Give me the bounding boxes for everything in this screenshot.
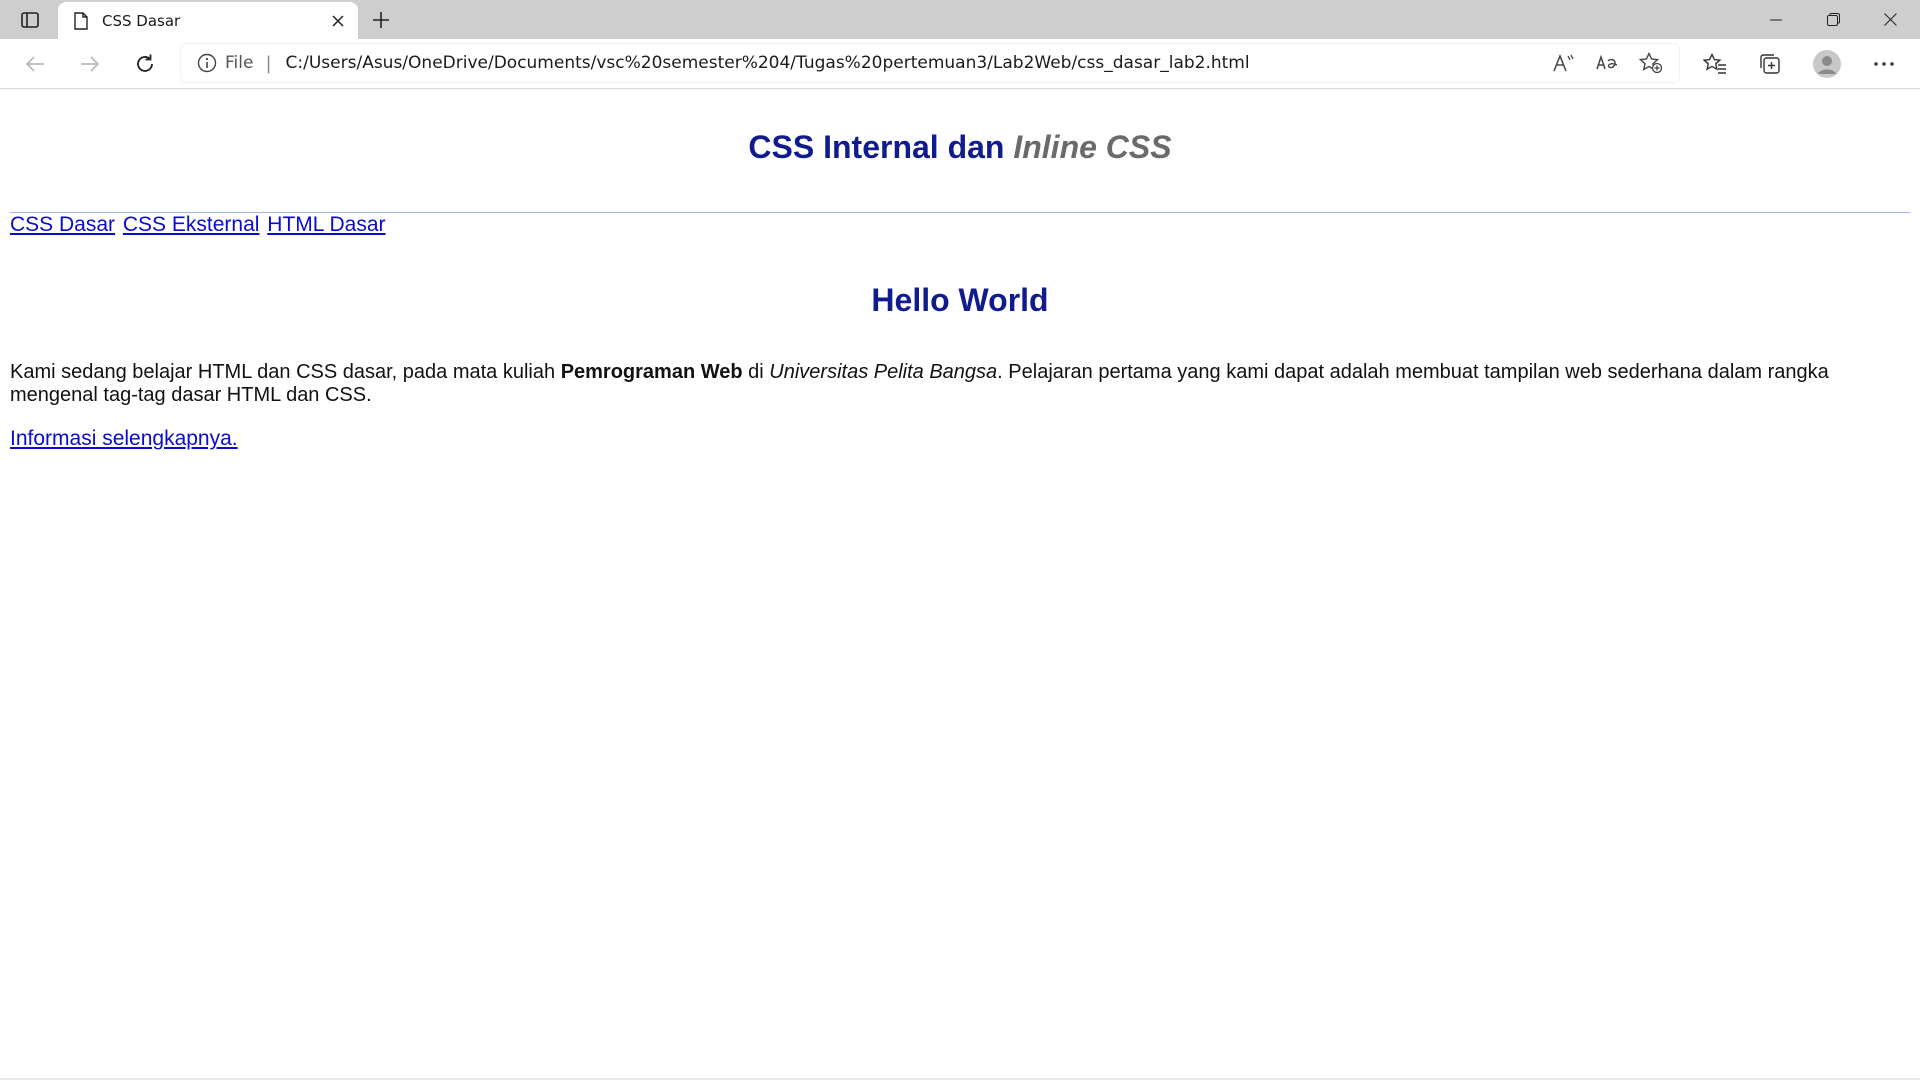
plus-icon[interactable]	[365, 6, 397, 34]
tab-actions-icon[interactable]	[14, 7, 46, 33]
browser-tab[interactable]: CSS Dasar	[58, 2, 358, 39]
translate-icon[interactable]	[1591, 47, 1623, 79]
page-content: CSS Internal dan Inline CSS CSS Dasar CS…	[0, 89, 1920, 1080]
read-aloud-icon[interactable]	[1547, 47, 1579, 79]
window-close-icon[interactable]	[1862, 0, 1918, 39]
tab-bar: CSS Dasar	[0, 0, 1920, 39]
paragraph-text-2: di	[742, 361, 770, 383]
paragraph-text-1: Kami sedang belajar HTML dan CSS dasar, …	[10, 361, 561, 383]
page-title: CSS Internal dan Inline CSS	[0, 129, 1920, 166]
arrow-right-icon[interactable]	[72, 47, 108, 81]
minimize-icon[interactable]	[1748, 0, 1804, 39]
restore-icon[interactable]	[1805, 0, 1861, 39]
info-icon[interactable]	[197, 53, 217, 73]
refresh-icon[interactable]	[127, 47, 163, 81]
toolbar: File | C:/Users/Asus/OneDrive/Documents/…	[0, 39, 1920, 89]
nav-link-html-dasar[interactable]: HTML Dasar	[267, 213, 385, 236]
star-add-icon[interactable]	[1635, 47, 1667, 79]
arrow-left-icon[interactable]	[17, 47, 53, 81]
url-text[interactable]: C:/Users/Asus/OneDrive/Documents/vsc%20s…	[286, 53, 1547, 73]
document-icon	[74, 11, 88, 30]
paragraph-university-italic: Universitas Pelita Bangsa	[769, 361, 998, 383]
tab-title: CSS Dasar	[102, 11, 181, 30]
intro-paragraph: Kami sedang belajar HTML dan CSS dasar, …	[10, 361, 1890, 407]
avatar[interactable]	[1809, 47, 1845, 81]
paragraph-course-bold: Pemrograman Web	[560, 361, 743, 383]
more-icon[interactable]	[1866, 47, 1902, 81]
nav-link-css-eksternal[interactable]: CSS Eksternal	[123, 213, 260, 236]
more-info-link[interactable]: Informasi selengkapnya.	[10, 427, 238, 451]
favorites-icon[interactable]	[1697, 47, 1733, 81]
scheme-label: File	[225, 53, 254, 73]
close-icon[interactable]	[324, 7, 352, 35]
nav-link-css-dasar[interactable]: CSS Dasar	[10, 213, 115, 236]
collections-icon[interactable]	[1752, 47, 1788, 81]
address-bar[interactable]: File | C:/Users/Asus/OneDrive/Documents/…	[181, 44, 1679, 82]
address-separator: |	[265, 52, 272, 74]
nav-links: CSS Dasar CSS Eksternal HTML Dasar	[10, 213, 388, 237]
page-title-inline-css: Inline CSS	[1013, 129, 1172, 165]
hello-heading: Hello World	[871, 282, 1049, 318]
page-title-part1: CSS Internal dan	[748, 129, 1014, 165]
